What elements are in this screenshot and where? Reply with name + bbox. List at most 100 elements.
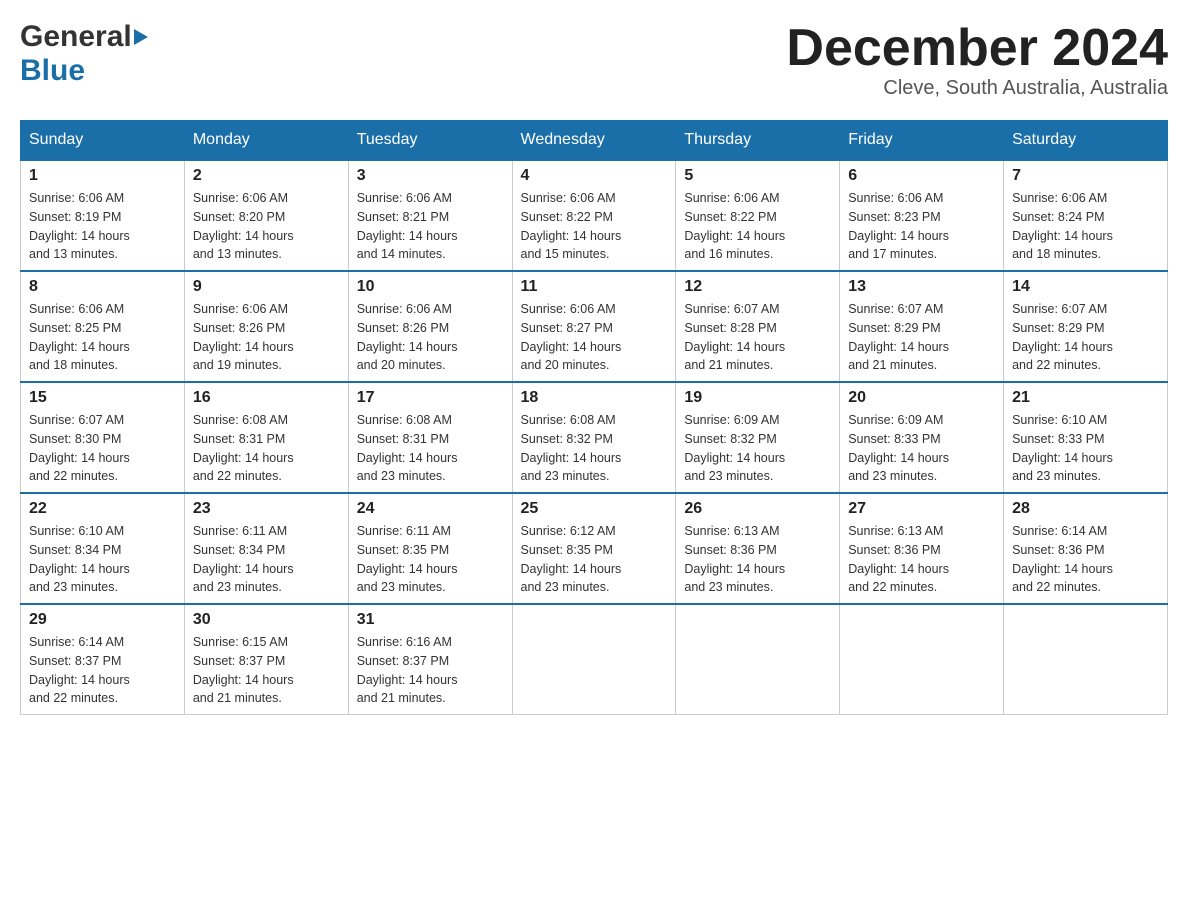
week-row-2: 8 Sunrise: 6:06 AMSunset: 8:25 PMDayligh… <box>21 271 1168 382</box>
calendar-cell: 15 Sunrise: 6:07 AMSunset: 8:30 PMDaylig… <box>21 382 185 493</box>
day-number: 28 <box>1012 500 1159 518</box>
calendar-cell: 3 Sunrise: 6:06 AMSunset: 8:21 PMDayligh… <box>348 160 512 271</box>
day-info: Sunrise: 6:06 AMSunset: 8:27 PMDaylight:… <box>521 302 622 372</box>
day-number: 6 <box>848 167 995 185</box>
day-info: Sunrise: 6:13 AMSunset: 8:36 PMDaylight:… <box>684 524 785 594</box>
day-info: Sunrise: 6:14 AMSunset: 8:36 PMDaylight:… <box>1012 524 1113 594</box>
calendar-cell: 13 Sunrise: 6:07 AMSunset: 8:29 PMDaylig… <box>840 271 1004 382</box>
day-info: Sunrise: 6:11 AMSunset: 8:35 PMDaylight:… <box>357 524 458 594</box>
day-info: Sunrise: 6:06 AMSunset: 8:22 PMDaylight:… <box>521 191 622 261</box>
day-number: 16 <box>193 389 340 407</box>
day-info: Sunrise: 6:08 AMSunset: 8:32 PMDaylight:… <box>521 413 622 483</box>
header-saturday: Saturday <box>1004 121 1168 161</box>
day-number: 29 <box>29 611 176 629</box>
day-number: 27 <box>848 500 995 518</box>
calendar-cell: 24 Sunrise: 6:11 AMSunset: 8:35 PMDaylig… <box>348 493 512 604</box>
day-info: Sunrise: 6:07 AMSunset: 8:30 PMDaylight:… <box>29 413 130 483</box>
day-number: 8 <box>29 278 176 296</box>
day-number: 3 <box>357 167 504 185</box>
logo-general: General <box>20 20 132 54</box>
day-number: 14 <box>1012 278 1159 296</box>
calendar-cell <box>512 604 676 715</box>
calendar-cell <box>840 604 1004 715</box>
header-tuesday: Tuesday <box>348 121 512 161</box>
day-info: Sunrise: 6:09 AMSunset: 8:32 PMDaylight:… <box>684 413 785 483</box>
day-info: Sunrise: 6:16 AMSunset: 8:37 PMDaylight:… <box>357 635 458 705</box>
day-info: Sunrise: 6:06 AMSunset: 8:25 PMDaylight:… <box>29 302 130 372</box>
calendar-cell <box>676 604 840 715</box>
week-row-1: 1 Sunrise: 6:06 AMSunset: 8:19 PMDayligh… <box>21 160 1168 271</box>
logo: General Blue <box>20 20 148 88</box>
week-row-5: 29 Sunrise: 6:14 AMSunset: 8:37 PMDaylig… <box>21 604 1168 715</box>
day-number: 12 <box>684 278 831 296</box>
day-number: 30 <box>193 611 340 629</box>
calendar-cell: 31 Sunrise: 6:16 AMSunset: 8:37 PMDaylig… <box>348 604 512 715</box>
logo-arrow-icon <box>134 29 148 45</box>
calendar-cell: 30 Sunrise: 6:15 AMSunset: 8:37 PMDaylig… <box>184 604 348 715</box>
week-row-4: 22 Sunrise: 6:10 AMSunset: 8:34 PMDaylig… <box>21 493 1168 604</box>
header-wednesday: Wednesday <box>512 121 676 161</box>
day-info: Sunrise: 6:06 AMSunset: 8:19 PMDaylight:… <box>29 191 130 261</box>
calendar-cell <box>1004 604 1168 715</box>
day-info: Sunrise: 6:06 AMSunset: 8:22 PMDaylight:… <box>684 191 785 261</box>
logo-blue: Blue <box>20 54 85 87</box>
day-info: Sunrise: 6:08 AMSunset: 8:31 PMDaylight:… <box>357 413 458 483</box>
day-number: 18 <box>521 389 668 407</box>
day-info: Sunrise: 6:12 AMSunset: 8:35 PMDaylight:… <box>521 524 622 594</box>
calendar-cell: 19 Sunrise: 6:09 AMSunset: 8:32 PMDaylig… <box>676 382 840 493</box>
calendar-cell: 29 Sunrise: 6:14 AMSunset: 8:37 PMDaylig… <box>21 604 185 715</box>
title-block: December 2024 Cleve, South Australia, Au… <box>786 20 1168 100</box>
day-number: 13 <box>848 278 995 296</box>
day-number: 11 <box>521 278 668 296</box>
calendar-cell: 18 Sunrise: 6:08 AMSunset: 8:32 PMDaylig… <box>512 382 676 493</box>
day-info: Sunrise: 6:11 AMSunset: 8:34 PMDaylight:… <box>193 524 294 594</box>
day-number: 26 <box>684 500 831 518</box>
day-info: Sunrise: 6:15 AMSunset: 8:37 PMDaylight:… <box>193 635 294 705</box>
day-number: 23 <box>193 500 340 518</box>
page-header: General Blue December 2024 Cleve, South … <box>20 20 1168 100</box>
calendar-cell: 6 Sunrise: 6:06 AMSunset: 8:23 PMDayligh… <box>840 160 1004 271</box>
day-info: Sunrise: 6:06 AMSunset: 8:24 PMDaylight:… <box>1012 191 1113 261</box>
day-number: 10 <box>357 278 504 296</box>
calendar-cell: 2 Sunrise: 6:06 AMSunset: 8:20 PMDayligh… <box>184 160 348 271</box>
day-info: Sunrise: 6:06 AMSunset: 8:21 PMDaylight:… <box>357 191 458 261</box>
day-info: Sunrise: 6:10 AMSunset: 8:34 PMDaylight:… <box>29 524 130 594</box>
calendar-cell: 8 Sunrise: 6:06 AMSunset: 8:25 PMDayligh… <box>21 271 185 382</box>
header-thursday: Thursday <box>676 121 840 161</box>
day-info: Sunrise: 6:08 AMSunset: 8:31 PMDaylight:… <box>193 413 294 483</box>
day-info: Sunrise: 6:13 AMSunset: 8:36 PMDaylight:… <box>848 524 949 594</box>
calendar-cell: 4 Sunrise: 6:06 AMSunset: 8:22 PMDayligh… <box>512 160 676 271</box>
calendar-cell: 5 Sunrise: 6:06 AMSunset: 8:22 PMDayligh… <box>676 160 840 271</box>
day-info: Sunrise: 6:07 AMSunset: 8:29 PMDaylight:… <box>848 302 949 372</box>
day-info: Sunrise: 6:09 AMSunset: 8:33 PMDaylight:… <box>848 413 949 483</box>
day-info: Sunrise: 6:06 AMSunset: 8:26 PMDaylight:… <box>357 302 458 372</box>
calendar-cell: 28 Sunrise: 6:14 AMSunset: 8:36 PMDaylig… <box>1004 493 1168 604</box>
month-title: December 2024 <box>786 20 1168 77</box>
day-number: 19 <box>684 389 831 407</box>
calendar-cell: 1 Sunrise: 6:06 AMSunset: 8:19 PMDayligh… <box>21 160 185 271</box>
day-info: Sunrise: 6:10 AMSunset: 8:33 PMDaylight:… <box>1012 413 1113 483</box>
day-info: Sunrise: 6:07 AMSunset: 8:29 PMDaylight:… <box>1012 302 1113 372</box>
calendar-cell: 11 Sunrise: 6:06 AMSunset: 8:27 PMDaylig… <box>512 271 676 382</box>
day-number: 24 <box>357 500 504 518</box>
calendar-table: SundayMondayTuesdayWednesdayThursdayFrid… <box>20 120 1168 715</box>
day-number: 5 <box>684 167 831 185</box>
calendar-cell: 12 Sunrise: 6:07 AMSunset: 8:28 PMDaylig… <box>676 271 840 382</box>
week-row-3: 15 Sunrise: 6:07 AMSunset: 8:30 PMDaylig… <box>21 382 1168 493</box>
header-monday: Monday <box>184 121 348 161</box>
header-friday: Friday <box>840 121 1004 161</box>
day-number: 9 <box>193 278 340 296</box>
calendar-cell: 27 Sunrise: 6:13 AMSunset: 8:36 PMDaylig… <box>840 493 1004 604</box>
calendar-cell: 14 Sunrise: 6:07 AMSunset: 8:29 PMDaylig… <box>1004 271 1168 382</box>
day-info: Sunrise: 6:06 AMSunset: 8:26 PMDaylight:… <box>193 302 294 372</box>
day-info: Sunrise: 6:06 AMSunset: 8:20 PMDaylight:… <box>193 191 294 261</box>
day-number: 21 <box>1012 389 1159 407</box>
calendar-cell: 7 Sunrise: 6:06 AMSunset: 8:24 PMDayligh… <box>1004 160 1168 271</box>
calendar-cell: 10 Sunrise: 6:06 AMSunset: 8:26 PMDaylig… <box>348 271 512 382</box>
day-number: 4 <box>521 167 668 185</box>
day-number: 15 <box>29 389 176 407</box>
location: Cleve, South Australia, Australia <box>786 77 1168 100</box>
day-number: 22 <box>29 500 176 518</box>
header-sunday: Sunday <box>21 121 185 161</box>
calendar-cell: 21 Sunrise: 6:10 AMSunset: 8:33 PMDaylig… <box>1004 382 1168 493</box>
